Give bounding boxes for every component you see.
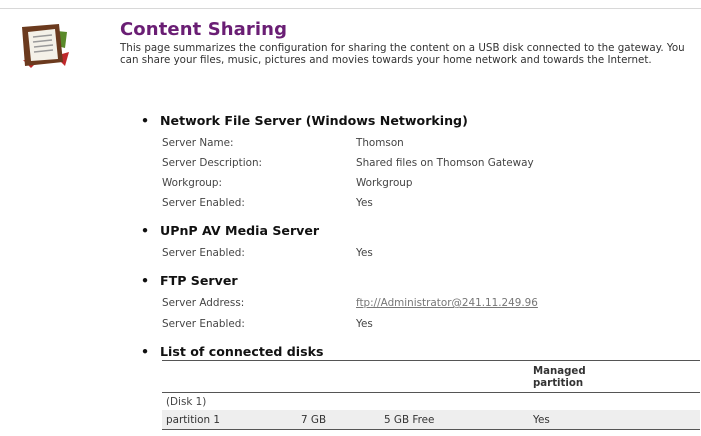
partition-free: 5 GB Free [384, 414, 435, 426]
bullet-icon: • [141, 344, 150, 359]
table-header-rule [162, 392, 700, 393]
partition-name: partition 1 [166, 414, 221, 426]
top-divider [0, 8, 701, 9]
page-description: This page summarizes the configuration f… [120, 42, 685, 67]
field-label: Server Enabled: [162, 247, 245, 259]
ftp-address-link[interactable]: ftp://Administrator@241.11.249.96 [356, 297, 538, 309]
field-value: Shared files on Thomson Gateway [356, 157, 534, 169]
connected-disks-heading: • List of connected disks [141, 344, 324, 359]
field-value: Yes [356, 197, 373, 209]
field-value: Workgroup [356, 177, 413, 189]
upnp-server-heading: • UPnP AV Media Server [141, 223, 320, 238]
ftp-server-heading: • FTP Server [141, 273, 238, 288]
field-label: Server Address: [162, 297, 245, 309]
disk-group-label: (Disk 1) [166, 396, 207, 408]
network-file-server-heading: • Network File Server (Windows Networking… [141, 113, 468, 128]
managed-partition-header: Managed partition [533, 366, 586, 389]
bullet-icon: • [141, 273, 150, 288]
field-label: Server Enabled: [162, 318, 245, 330]
field-label: Server Name: [162, 137, 234, 149]
field-value: Yes [356, 247, 373, 259]
field-label: Server Description: [162, 157, 263, 169]
partition-managed: Yes [533, 414, 550, 426]
field-value: Thomson [356, 137, 404, 149]
partition-size: 7 GB [301, 414, 327, 426]
field-label: Server Enabled: [162, 197, 245, 209]
field-value: Yes [356, 318, 373, 330]
table-top-rule [162, 360, 700, 361]
field-label: Workgroup: [162, 177, 222, 189]
content-sharing-icon [19, 22, 71, 72]
table-bottom-rule [162, 429, 700, 430]
page-title: Content Sharing [120, 19, 288, 40]
bullet-icon: • [141, 113, 150, 128]
bullet-icon: • [141, 223, 150, 238]
